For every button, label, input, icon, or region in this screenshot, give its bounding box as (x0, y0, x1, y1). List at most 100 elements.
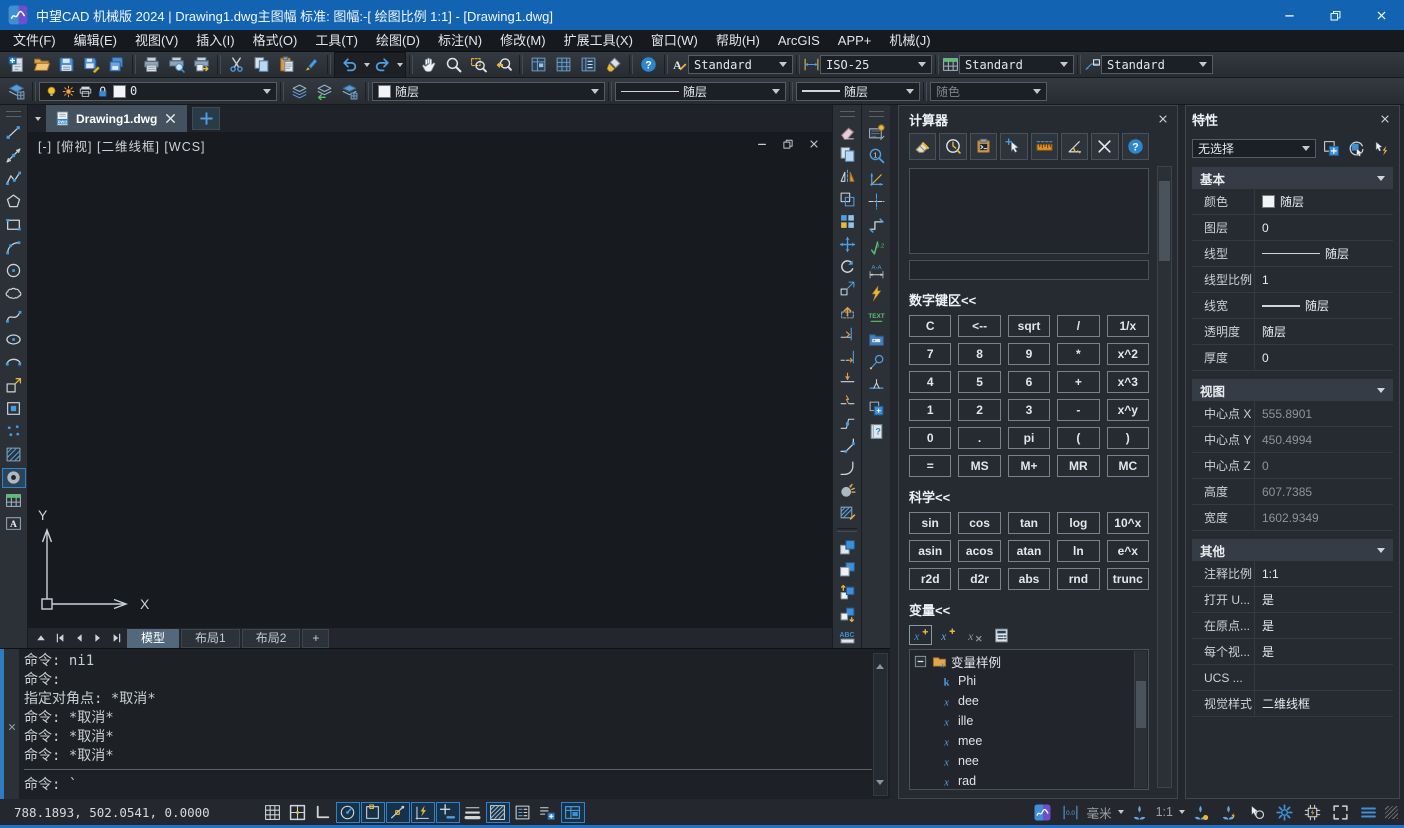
calc-key-log[interactable]: log (1057, 512, 1099, 534)
mech-help-button[interactable]: ? (864, 422, 888, 442)
copy-clip-button[interactable] (249, 53, 274, 76)
property-value[interactable]: 1602.9349 (1254, 505, 1393, 530)
calc-angle-button[interactable] (1061, 133, 1088, 160)
mleader-style-combo[interactable]: Standard (1101, 55, 1213, 74)
calc-key-2[interactable]: 2 (958, 399, 1000, 421)
clean-screen-button[interactable] (601, 53, 626, 76)
calc-key-8[interactable]: 8 (958, 343, 1000, 365)
variable-item-rad[interactable]: xrad (913, 771, 1134, 790)
property-value[interactable]: 1:1 (1254, 561, 1393, 586)
units-dropdown-arrow[interactable] (1118, 810, 1124, 814)
calc-key-9[interactable]: 9 (1008, 343, 1050, 365)
calc-key-10^x[interactable]: 10^x (1107, 512, 1149, 534)
property-group-视图[interactable]: 视图 (1192, 379, 1393, 401)
send-to-back-button[interactable] (835, 560, 859, 579)
calc-key-pi[interactable]: pi (1008, 427, 1050, 449)
property-value[interactable]: 450.4994 (1254, 427, 1393, 452)
calc-key-+[interactable]: + (1057, 371, 1099, 393)
property-value[interactable]: 随层 (1254, 319, 1393, 344)
menu-tools[interactable]: 工具(T) (306, 30, 367, 52)
calc-key-6[interactable]: 6 (1008, 371, 1050, 393)
calc-key-r2d[interactable]: r2d (909, 568, 951, 590)
erase-button[interactable] (835, 122, 859, 141)
property-value[interactable]: 607.7385 (1254, 479, 1393, 504)
mtext-tool[interactable]: A (2, 514, 26, 534)
tab-layout2[interactable]: 布局2 (242, 629, 301, 648)
menu-app-plus[interactable]: APP+ (829, 30, 881, 52)
new-button[interactable] (4, 53, 29, 76)
explode-button[interactable] (835, 481, 859, 500)
spline-tool[interactable] (2, 307, 26, 327)
lineweight-display-toggle[interactable] (461, 802, 485, 823)
edit-hatch-button[interactable] (835, 503, 859, 522)
ellipse-tool[interactable] (2, 330, 26, 350)
variable-item-Phi[interactable]: kPhi (913, 671, 1134, 691)
symbol-library-button[interactable] (864, 330, 888, 350)
zoom-window-button[interactable] (466, 53, 491, 76)
viewport-controls[interactable]: [-] [俯视] [二维线框] [WCS] (38, 136, 206, 155)
zoom-previous-button[interactable] (491, 53, 516, 76)
tab-layout1[interactable]: 布局1 (181, 629, 240, 648)
bring-above-button[interactable] (835, 582, 859, 601)
quick-select-button[interactable] (1320, 138, 1343, 159)
calc-key-MR[interactable]: MR (1057, 455, 1099, 477)
property-value[interactable] (1254, 665, 1393, 690)
command-window-titlebar[interactable] (4, 649, 19, 800)
calc-key-.[interactable]: . (958, 427, 1000, 449)
ortho-toggle[interactable] (311, 802, 335, 823)
polar-toggle[interactable] (336, 802, 360, 823)
new-view-button[interactable] (864, 123, 888, 143)
design-center-button[interactable] (526, 53, 551, 76)
previous-layout-button[interactable] (70, 630, 87, 646)
annotation-scale-icon[interactable] (1127, 802, 1151, 823)
calc-key-<--[interactable]: <-- (958, 315, 1000, 337)
calc-key-ln[interactable]: ln (1057, 540, 1099, 562)
menu-draw[interactable]: 绘图(D) (367, 30, 429, 52)
window-maximize-button[interactable] (1312, 0, 1358, 30)
calc-key-abs[interactable]: abs (1008, 568, 1050, 590)
detail-view-button[interactable]: 1 (864, 146, 888, 166)
paste-button[interactable] (274, 53, 299, 76)
property-value[interactable]: 是 (1254, 613, 1393, 638)
centerline-button[interactable] (864, 192, 888, 212)
units-icon[interactable]: 0.0 (1058, 802, 1082, 823)
calc-key-3[interactable]: 3 (1008, 399, 1050, 421)
property-value[interactable]: 是 (1254, 587, 1393, 612)
calc-key-)[interactable]: ) (1107, 427, 1149, 449)
calc-key-5[interactable]: 5 (958, 371, 1000, 393)
calc-key-d2r[interactable]: d2r (958, 568, 1000, 590)
stretch-button[interactable] (835, 302, 859, 321)
last-layout-button[interactable] (108, 630, 125, 646)
menu-window[interactable]: 窗口(W) (642, 30, 707, 52)
calc-key-0[interactable]: 0 (909, 427, 951, 449)
dim-style-combo[interactable]: ISO-25 (820, 55, 932, 74)
table-tool[interactable] (2, 491, 26, 511)
doc-close-button[interactable] (808, 138, 820, 150)
calc-key-7[interactable]: 7 (909, 343, 951, 365)
select-objects-button[interactable] (1370, 138, 1393, 159)
calc-key-/[interactable]: / (1057, 315, 1099, 337)
break-line-button[interactable] (864, 284, 888, 304)
calc-key-e^x[interactable]: e^x (1107, 540, 1149, 562)
polygon-tool[interactable] (2, 192, 26, 212)
menu-mechanical[interactable]: 机械(J) (880, 30, 939, 52)
doc-minimize-button[interactable] (756, 138, 768, 150)
annotation-scale-dropdown-arrow[interactable] (1179, 810, 1185, 814)
calc-key-sqrt[interactable]: sqrt (1008, 315, 1050, 337)
property-value[interactable]: 0 (1254, 215, 1393, 240)
hardware-acceleration-icon[interactable] (1301, 802, 1325, 823)
add-selected-toggle[interactable] (536, 802, 560, 823)
variable-item-mee[interactable]: xmee (913, 731, 1134, 751)
calc-key-1/x[interactable]: 1/x (1107, 315, 1149, 337)
calc-intersection-button[interactable] (1091, 133, 1118, 160)
insert-block-tool[interactable] (2, 376, 26, 396)
rectangle-tool[interactable] (2, 215, 26, 235)
drawing-tab[interactable]: DWG Drawing1.dwg (46, 105, 187, 132)
calc-key--[interactable]: - (1057, 399, 1099, 421)
calc-clear-button[interactable] (909, 133, 936, 160)
redo-button-dropdown-arrow[interactable] (397, 63, 403, 67)
calc-help-button[interactable]: ? (1122, 133, 1149, 160)
color-combo[interactable]: 随层 (372, 82, 605, 101)
join-button[interactable] (835, 414, 859, 433)
layer-isolate-button[interactable] (337, 80, 362, 103)
